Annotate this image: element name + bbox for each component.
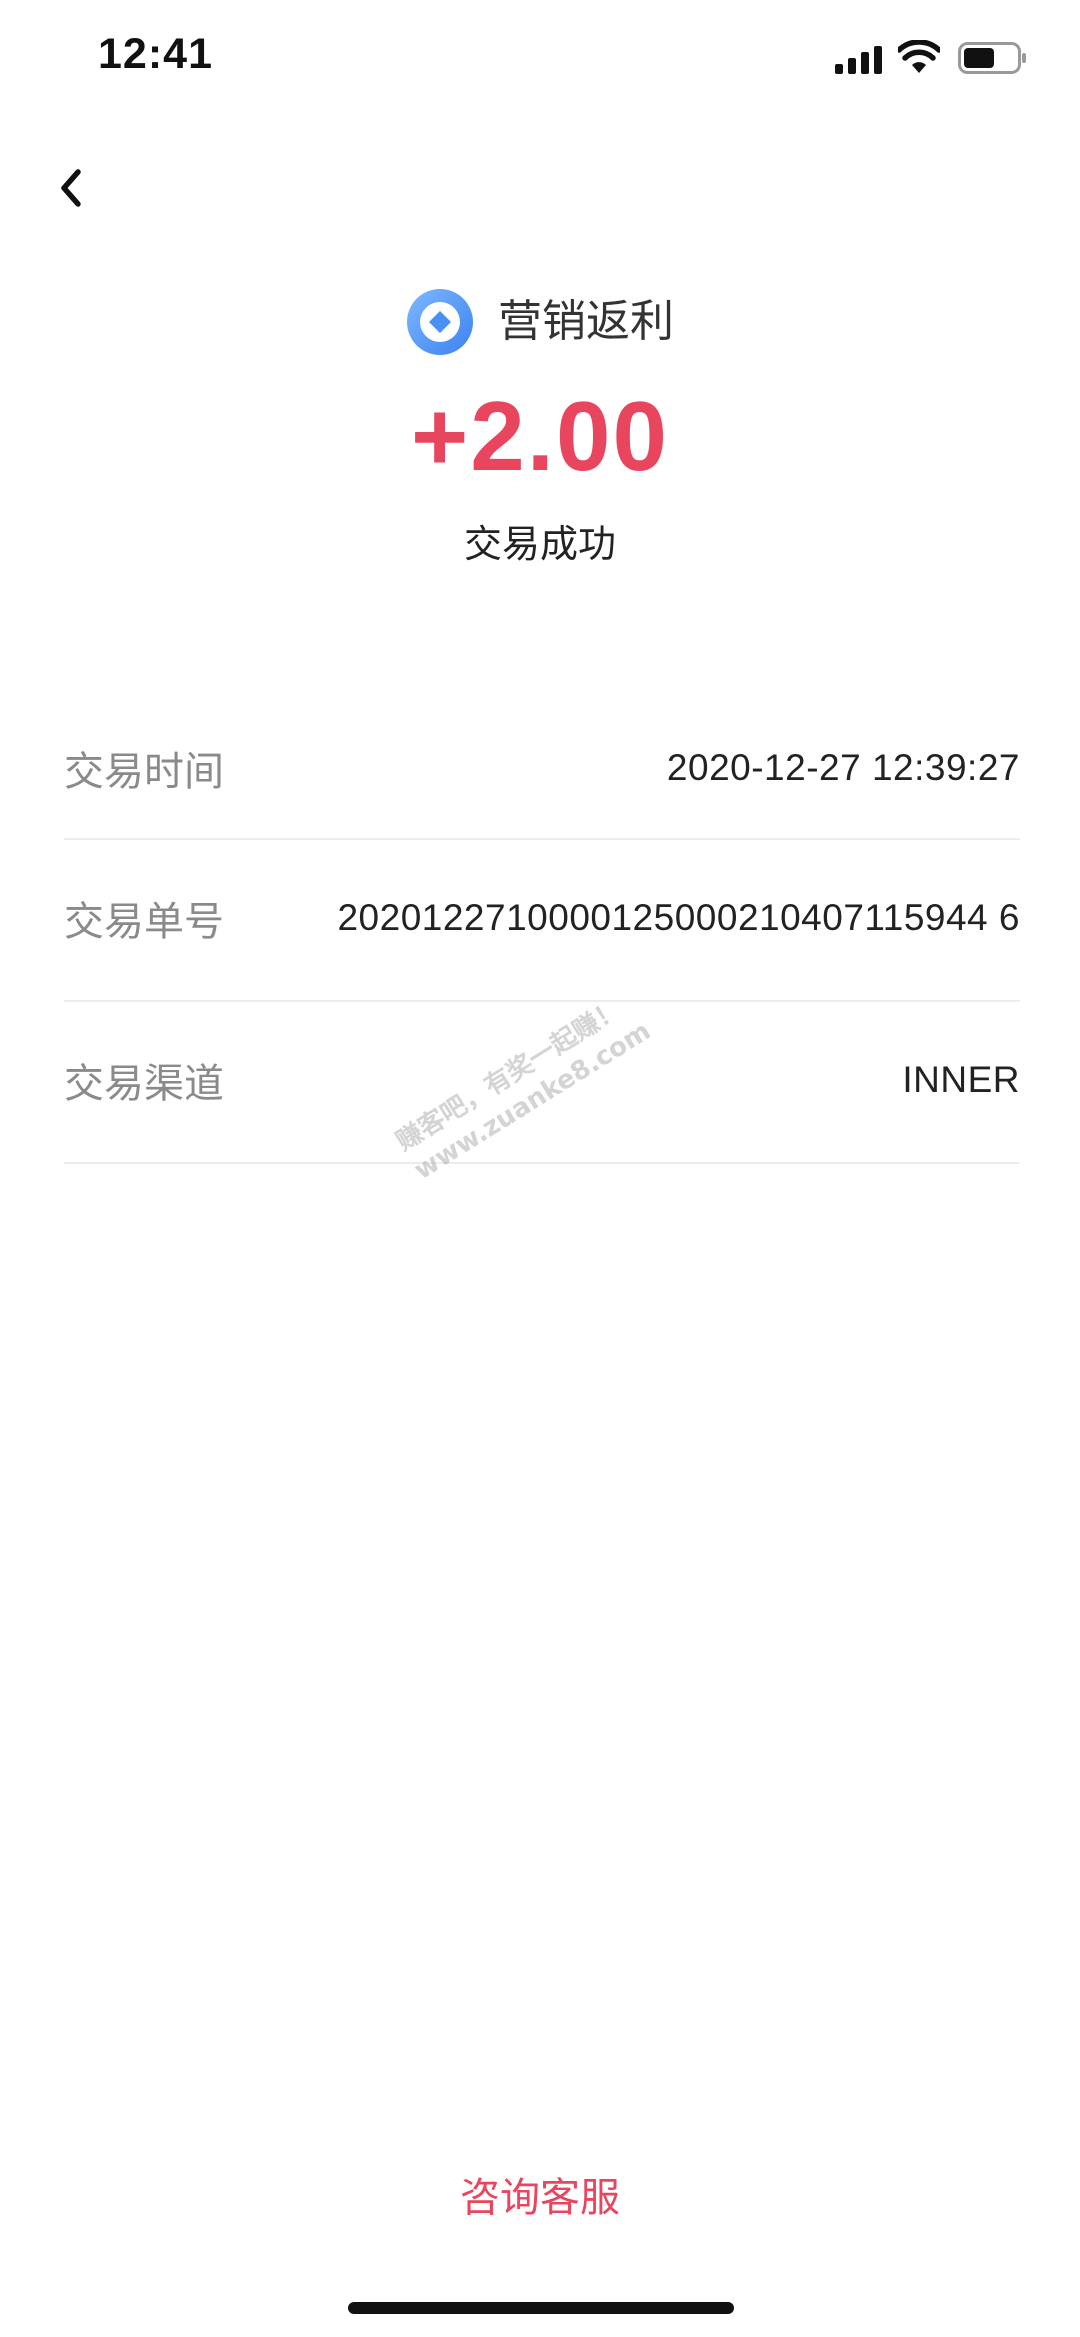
detail-row-order-number: 交易单号 2020122710000125000210407115944 6 [64, 840, 1020, 1002]
back-button[interactable] [48, 158, 96, 218]
detail-value: 2020-12-27 12:39:27 [666, 747, 1020, 788]
detail-value: INNER [902, 1059, 1020, 1100]
wifi-icon [898, 40, 940, 73]
yuebao-coin-icon [407, 289, 473, 355]
transaction-details: 交易时间 2020-12-27 12:39:27 交易单号 2020122710… [64, 702, 1020, 1164]
detail-row-time: 交易时间 2020-12-27 12:39:27 [64, 702, 1020, 840]
customer-service-button[interactable]: 咨询客服 [0, 2170, 1080, 2226]
detail-label: 交易时间 [64, 749, 224, 795]
status-bar: 12:41 [0, 0, 1080, 120]
home-indicator[interactable] [348, 2302, 734, 2314]
transaction-status: 交易成功 [463, 522, 616, 566]
status-time: 12:41 [98, 30, 213, 78]
merchant-header: 营销返利 [0, 284, 1080, 360]
cellular-signal-icon [835, 46, 882, 74]
chevron-left-icon [61, 169, 81, 207]
detail-label: 交易渠道 [64, 1061, 224, 1107]
detail-value: 2020122710000125000210407115944 6 [337, 897, 1020, 938]
merchant-name: 营销返利 [498, 296, 674, 347]
transaction-amount: +2.00 [411, 381, 669, 491]
detail-row-channel: 交易渠道 INNER [64, 1002, 1020, 1164]
detail-label: 交易单号 [64, 899, 224, 945]
battery-icon [958, 42, 1026, 74]
